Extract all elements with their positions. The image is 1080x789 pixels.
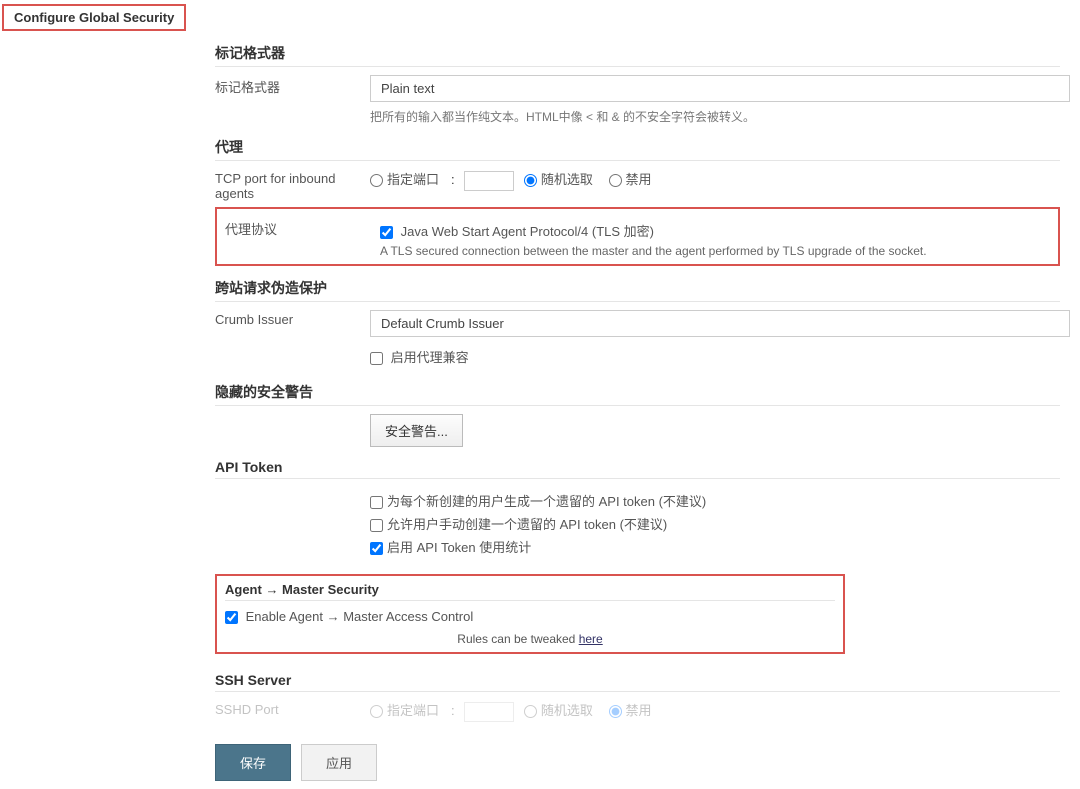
ssh-radio-fixed[interactable]: 指定端口 [370, 703, 439, 718]
config-form: 标记格式器 标记格式器 Plain text 把所有的输入都当作纯文本。HTML… [215, 43, 1080, 789]
enable-agent-master-label[interactable]: Enable Agent → Master Access Control [225, 609, 473, 624]
sshd-port-label: SSHD Port [215, 698, 370, 717]
save-button[interactable]: 保存 [215, 744, 291, 781]
ssh-radio-fixed-input[interactable] [370, 705, 383, 718]
agent-protocol-checkbox[interactable] [380, 226, 393, 239]
radio-random-port[interactable]: 随机选取 [524, 172, 593, 187]
ssh-radio-disable[interactable]: 禁用 [609, 703, 652, 718]
api-token-opt1-label[interactable]: 为每个新创建的用户生成一个遗留的 API token (不建议) [370, 494, 706, 509]
api-token-opt2-checkbox[interactable] [370, 519, 383, 532]
sshd-port-input[interactable] [464, 702, 514, 722]
agent-protocol-desc: A TLS secured connection between the mas… [380, 244, 1050, 258]
radio-random-port-input[interactable] [524, 174, 537, 187]
ssh-radio-random-input[interactable] [524, 705, 537, 718]
ssh-radio-random[interactable]: 随机选取 [524, 703, 593, 718]
section-ssh-server: SSH Server [215, 672, 1060, 692]
markup-formatter-label: 标记格式器 [215, 73, 370, 96]
agent-protocol-label: 代理协议 [225, 215, 380, 238]
apply-button[interactable]: 应用 [301, 744, 377, 781]
markup-formatter-select[interactable]: Plain text [370, 75, 1070, 102]
agent-protocol-highlight: 代理协议 Java Web Start Agent Protocol/4 (TL… [215, 207, 1060, 266]
api-token-opt2-label[interactable]: 允许用户手动创建一个遗留的 API token (不建议) [370, 517, 667, 532]
radio-disable-port-input[interactable] [609, 174, 622, 187]
section-hidden-warnings: 隐藏的安全警告 [215, 382, 1060, 406]
section-agent: 代理 [215, 137, 1060, 161]
tcp-port-input[interactable] [464, 171, 514, 191]
radio-fixed-port[interactable]: 指定端口 [370, 172, 439, 187]
proxy-compat-label[interactable]: 启用代理兼容 [370, 350, 469, 365]
crumb-issuer-select[interactable]: Default Crumb Issuer [370, 310, 1070, 337]
crumb-issuer-label: Crumb Issuer [215, 308, 370, 327]
rules-tweak-line: Rules can be tweaked here [225, 632, 835, 646]
agent-master-highlight: Agent → Master Security Enable Agent → M… [215, 574, 845, 654]
rules-here-link[interactable]: here [579, 632, 603, 646]
radio-fixed-port-input[interactable] [370, 174, 383, 187]
markup-formatter-hint: 把所有的输入都当作纯文本。HTML中像 < 和 & 的不安全字符会被转义。 [370, 108, 1070, 125]
enable-agent-master-checkbox[interactable] [225, 611, 238, 624]
ssh-radio-disable-input[interactable] [609, 705, 622, 718]
tcp-port-label: TCP port for inbound agents [215, 167, 370, 201]
security-warnings-button[interactable]: 安全警告... [370, 414, 463, 447]
section-agent-master: Agent → Master Security [225, 582, 835, 601]
api-token-opt3-checkbox[interactable] [370, 542, 383, 555]
agent-protocol-checkbox-label[interactable]: Java Web Start Agent Protocol/4 (TLS 加密) [380, 224, 654, 239]
section-csrf: 跨站请求伪造保护 [215, 278, 1060, 302]
button-bar: 保存 应用 [215, 736, 1060, 789]
section-api-token: API Token [215, 459, 1060, 479]
radio-disable-port[interactable]: 禁用 [609, 172, 652, 187]
proxy-compat-checkbox[interactable] [370, 352, 383, 365]
api-token-opt1-checkbox[interactable] [370, 496, 383, 509]
section-markup-formatter: 标记格式器 [215, 43, 1060, 67]
api-token-opt3-label[interactable]: 启用 API Token 使用统计 [370, 540, 531, 555]
page-title: Configure Global Security [2, 4, 186, 31]
